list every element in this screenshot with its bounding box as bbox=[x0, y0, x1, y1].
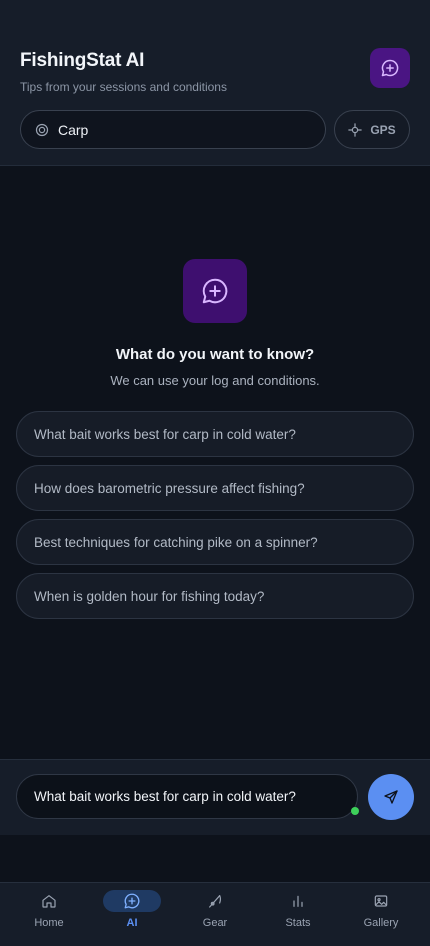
gps-label: GPS bbox=[370, 122, 396, 137]
nav-label: AI bbox=[126, 917, 138, 929]
crosshair-icon bbox=[348, 122, 363, 137]
species-value: Carp bbox=[58, 121, 89, 138]
nav-item-stats[interactable]: Stats bbox=[263, 883, 333, 946]
gps-button[interactable]: GPS bbox=[334, 110, 410, 149]
message-composer: What bait works best for carp in cold wa… bbox=[0, 759, 430, 835]
nav-label: Gear bbox=[202, 917, 228, 929]
send-icon bbox=[384, 790, 398, 804]
suggestion-chip[interactable]: What bait works best for carp in cold wa… bbox=[16, 411, 414, 457]
nav-item-gear[interactable]: Gear bbox=[180, 883, 250, 946]
nav-item-ai[interactable]: AI bbox=[97, 883, 167, 946]
suggestion-chip[interactable]: When is golden hour for fishing today? bbox=[16, 573, 414, 619]
fishing-rod-icon bbox=[209, 895, 222, 908]
empty-state-icon bbox=[183, 259, 247, 323]
image-icon bbox=[374, 895, 388, 907]
target-icon bbox=[35, 123, 49, 136]
chat-sparkle-icon bbox=[381, 59, 399, 77]
nav-label: Home bbox=[34, 917, 64, 929]
nav-label: Gallery bbox=[363, 917, 399, 929]
nav-item-home[interactable]: Home bbox=[14, 883, 84, 946]
app-title: FishingStat AI bbox=[20, 50, 145, 71]
nav-item-gallery[interactable]: Gallery bbox=[346, 883, 416, 946]
suggestion-chip[interactable]: How does barometric pressure affect fish… bbox=[16, 465, 414, 511]
chat-sparkle-icon bbox=[202, 278, 228, 304]
app-subtitle: Tips from your sessions and conditions bbox=[20, 80, 227, 94]
app-header: FishingStat AI Tips from your sessions a… bbox=[0, 0, 430, 166]
online-status-dot bbox=[351, 807, 359, 815]
empty-state-subtitle: We can use your log and conditions. bbox=[110, 373, 320, 388]
nav-label: Stats bbox=[285, 917, 311, 929]
bottom-nav: Home AI Gear Stats Gallery bbox=[0, 882, 430, 946]
suggestion-chip[interactable]: Best techniques for catching pike on a s… bbox=[16, 519, 414, 565]
message-input[interactable]: What bait works best for carp in cold wa… bbox=[16, 774, 358, 819]
empty-state-title: What do you want to know? bbox=[115, 346, 315, 363]
send-button[interactable] bbox=[368, 774, 414, 820]
chat-sparkle-icon bbox=[124, 893, 140, 909]
home-icon bbox=[42, 895, 56, 908]
bar-chart-icon bbox=[293, 895, 303, 907]
ai-chat-button[interactable] bbox=[370, 48, 410, 88]
species-selector[interactable]: Carp bbox=[20, 110, 326, 149]
